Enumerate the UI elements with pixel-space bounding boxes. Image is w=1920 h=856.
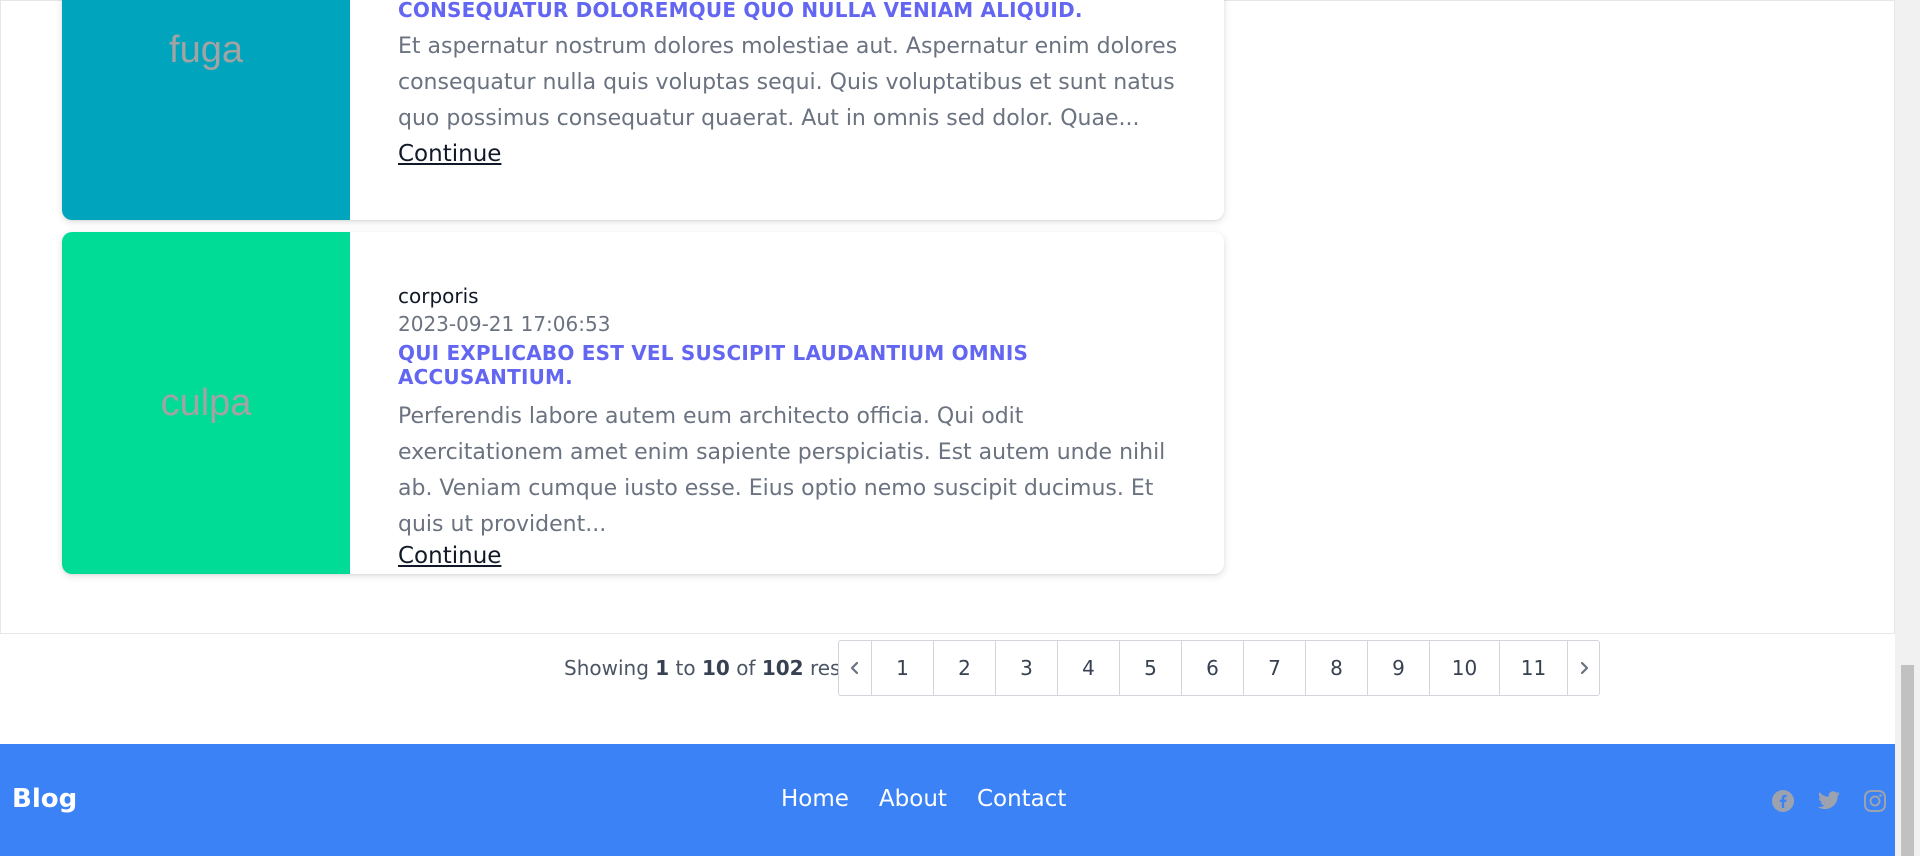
results-to: 10	[701, 656, 730, 680]
previous-page-button[interactable]	[839, 641, 871, 695]
pagination: 1 2 3 4 5 6 7 8 9 10 11	[838, 640, 1600, 696]
post-excerpt: Perferendis labore autem eum architecto …	[398, 404, 1166, 537]
thumbnail-text: fuga	[169, 29, 243, 71]
page-button-5[interactable]: 5	[1119, 641, 1181, 695]
page-button-7[interactable]: 7	[1243, 641, 1305, 695]
page-viewport: fuga Consequatur doloremque quo nulla ve…	[0, 0, 1895, 856]
site-footer: Blog Home About Contact	[0, 744, 1895, 856]
footer-link-home[interactable]: Home	[781, 786, 849, 812]
page-button-3[interactable]: 3	[995, 641, 1057, 695]
post-card-body: Consequatur doloremque quo nulla veniam …	[350, 0, 1224, 220]
continue-link[interactable]: Continue	[398, 543, 501, 569]
post-thumbnail[interactable]: fuga	[62, 0, 350, 220]
scrollbar-thumb[interactable]	[1901, 665, 1914, 856]
thumbnail-text: culpa	[160, 381, 252, 424]
of-label: of	[736, 656, 756, 680]
post-title-link[interactable]: Qui explicabo est vel suscipit laudantiu…	[398, 341, 1176, 389]
post-excerpt: Et aspernatur nostrum dolores molestiae …	[398, 34, 1178, 131]
results-total: 102	[761, 656, 804, 680]
showing-label: Showing	[564, 656, 649, 680]
post-card: culpa corporis 2023-09-21 17:06:53 Qui e…	[62, 232, 1224, 574]
page-button-11[interactable]: 11	[1499, 641, 1567, 695]
twitter-icon[interactable]	[1817, 789, 1841, 813]
pagination-bar: Showing 1 to 10 of 102 results 1 2 3 4 5…	[0, 640, 1895, 696]
post-title-link[interactable]: Consequatur doloremque quo nulla veniam …	[398, 0, 1184, 22]
page-button-2[interactable]: 2	[933, 641, 995, 695]
footer-link-about[interactable]: About	[879, 786, 947, 812]
to-label: to	[675, 656, 696, 680]
footer-nav: Home About Contact	[781, 786, 1066, 812]
post-category[interactable]: corporis	[398, 284, 1176, 308]
instagram-icon[interactable]	[1863, 789, 1887, 813]
page-button-4[interactable]: 4	[1057, 641, 1119, 695]
chevron-left-icon	[850, 661, 859, 675]
page-button-10[interactable]: 10	[1429, 641, 1499, 695]
vertical-scrollbar[interactable]	[1895, 0, 1920, 856]
footer-link-contact[interactable]: Contact	[977, 786, 1066, 812]
post-card: fuga Consequatur doloremque quo nulla ve…	[62, 0, 1224, 220]
results-from: 1	[655, 656, 670, 680]
post-card-body: corporis 2023-09-21 17:06:53 Qui explica…	[350, 232, 1224, 574]
page-button-9[interactable]: 9	[1367, 641, 1429, 695]
page-button-1[interactable]: 1	[871, 641, 933, 695]
social-links	[1771, 789, 1887, 813]
continue-link[interactable]: Continue	[398, 141, 501, 167]
post-date: 2023-09-21 17:06:53	[398, 312, 611, 336]
results-summary: Showing 1 to 10 of 102 results	[564, 656, 877, 680]
posts-container: fuga Consequatur doloremque quo nulla ve…	[0, 0, 1895, 634]
facebook-icon[interactable]	[1771, 789, 1795, 813]
post-thumbnail[interactable]: culpa	[62, 232, 350, 574]
page-button-6[interactable]: 6	[1181, 641, 1243, 695]
page-button-8[interactable]: 8	[1305, 641, 1367, 695]
footer-brand[interactable]: Blog	[12, 784, 77, 814]
next-page-button[interactable]	[1567, 641, 1599, 695]
chevron-right-icon	[1580, 661, 1588, 675]
